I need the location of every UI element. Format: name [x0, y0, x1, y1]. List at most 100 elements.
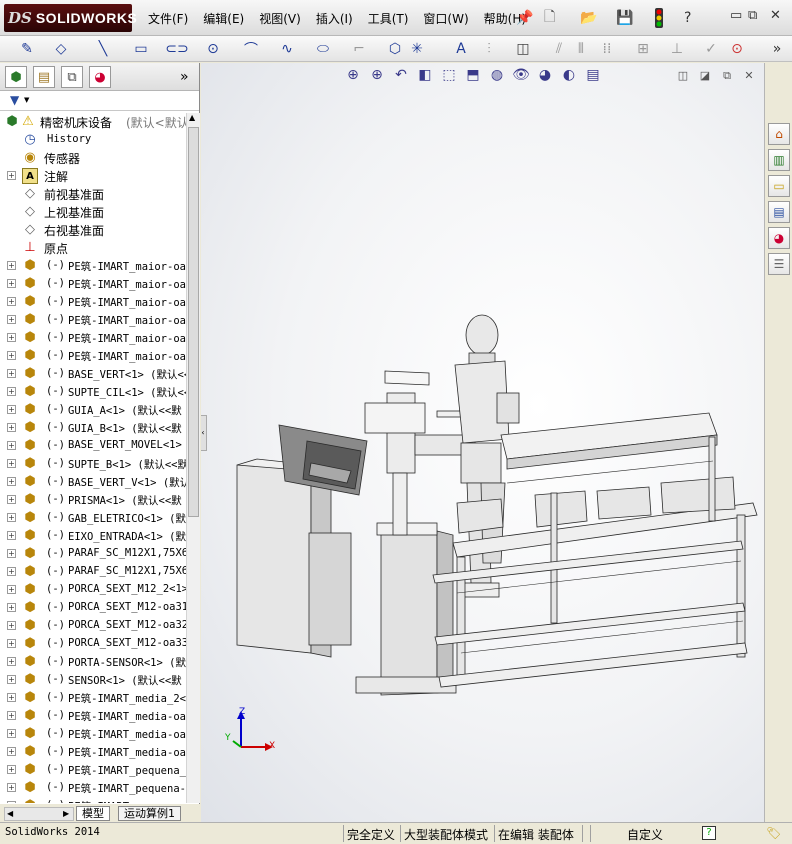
filter-dropdown-icon[interactable]: ▼: [24, 96, 29, 104]
menu-edit[interactable]: 编辑(E): [203, 10, 244, 27]
slot-icon[interactable]: ⊂⊃: [165, 38, 188, 60]
feature-manager-tab-icon[interactable]: ⬢: [5, 66, 27, 88]
tree-item-component[interactable]: + ⬢ (-) BASE_VERT_V<1> (默认: [0, 473, 186, 491]
expand-icon[interactable]: +: [7, 747, 16, 756]
ellipse-icon[interactable]: ⬭: [312, 38, 334, 60]
tree-item-history[interactable]: ◷ History: [0, 131, 186, 149]
circle-icon[interactable]: ⊙: [202, 38, 224, 60]
expand-icon[interactable]: +: [7, 621, 16, 630]
offset-icon[interactable]: ⫽: [548, 38, 570, 60]
linear-pattern-icon[interactable]: ⁞⁞: [596, 38, 618, 60]
expand-icon[interactable]: +: [7, 639, 16, 648]
display-manager-tab-icon[interactable]: ◕: [89, 66, 111, 88]
tree-item-component[interactable]: + ⬢ (-) PE筑-IMART_maior-oa2: [0, 347, 186, 365]
expand-icon[interactable]: +: [7, 477, 16, 486]
status-units[interactable]: 自定义: [627, 826, 663, 843]
status-help-icon[interactable]: ?: [702, 826, 716, 840]
expand-icon[interactable]: +: [7, 729, 16, 738]
menu-tools[interactable]: 工具(T): [368, 10, 409, 27]
smart-dimension-icon[interactable]: ◇: [50, 38, 72, 60]
tree-item-sensors[interactable]: ◉ 传感器: [0, 149, 186, 167]
expand-icon[interactable]: +: [7, 405, 16, 414]
configuration-manager-tab-icon[interactable]: ⧉: [61, 66, 83, 88]
expand-icon[interactable]: +: [7, 657, 16, 666]
tree-item-component[interactable]: + ⬢ (-) BASE_VERT_MOVEL<1>: [0, 437, 186, 455]
tab-model[interactable]: 模型: [76, 806, 110, 821]
expand-icon[interactable]: +: [7, 387, 16, 396]
expand-icon[interactable]: +: [7, 765, 16, 774]
tree-item-component[interactable]: + ⬢ (-) PARAF_SC_M12X1,75X6: [0, 563, 186, 581]
tree-item-right-plane[interactable]: ◇ 右视基准面: [0, 221, 186, 239]
line-icon[interactable]: ╲: [92, 38, 114, 60]
expand-icon[interactable]: +: [7, 315, 16, 324]
tree-root[interactable]: ⬢ ⚠ 精密机床设备 (默认<默认: [0, 113, 186, 131]
quick-snaps-icon[interactable]: ⊙: [726, 38, 748, 60]
toolbar-overflow-icon[interactable]: »: [766, 38, 788, 60]
expand-icon[interactable]: +: [7, 675, 16, 684]
status-tag-icon[interactable]: 🏷: [766, 826, 781, 840]
view-palette-icon[interactable]: ▤: [768, 201, 790, 223]
tree-item-component[interactable]: + ⬢ (-) PORCA_SEXT_M12-oa31: [0, 599, 186, 617]
mirror-icon[interactable]: ⫴: [570, 38, 592, 60]
tree-item-component[interactable]: + ⬢ (-) PORCA_SEXT_M12-oa32: [0, 617, 186, 635]
scroll-left-icon[interactable]: ◀: [7, 809, 13, 818]
tree-item-component[interactable]: + ⬢ (-) SUPTE_CIL<1> (默认<<: [0, 383, 186, 401]
close-icon[interactable]: ✕: [770, 8, 781, 23]
tree-item-component[interactable]: + ⬢ (-) SUPTE_B<1> (默认<<默: [0, 455, 186, 473]
expand-icon[interactable]: +: [7, 423, 16, 432]
expand-icon[interactable]: +: [7, 603, 16, 612]
sketch-icon[interactable]: ✎: [16, 38, 38, 60]
tree-item-top-plane[interactable]: ◇ 上视基准面: [0, 203, 186, 221]
expand-icon[interactable]: +: [7, 333, 16, 342]
expand-icon[interactable]: +: [7, 783, 16, 792]
tree-item-component[interactable]: + ⬢ (-) SENSOR<1> (默认<<默: [0, 671, 186, 689]
expand-icon[interactable]: +: [7, 261, 16, 270]
minimize-icon[interactable]: ▭: [730, 8, 742, 23]
open-document-icon[interactable]: 📂: [580, 7, 597, 29]
tree-item-component[interactable]: + ⬢ (-) PE筑-IMART_pequena_2: [0, 761, 186, 779]
expand-icon[interactable]: +: [7, 567, 16, 576]
expand-icon[interactable]: +: [7, 297, 16, 306]
tree-item-component[interactable]: + ⬢ (-)PE筑-IMART_: [0, 797, 186, 803]
tree-item-front-plane[interactable]: ◇ 前视基准面: [0, 185, 186, 203]
expand-icon[interactable]: +: [7, 369, 16, 378]
tree-item-component[interactable]: + ⬢ (-) PE筑-IMART_maior-oa2: [0, 275, 186, 293]
pin-menu-icon[interactable]: 📌: [516, 7, 533, 29]
tree-item-component[interactable]: + ⬢ (-) GAB_ELETRICO<1> (默: [0, 509, 186, 527]
menu-file[interactable]: 文件(F): [148, 10, 188, 27]
file-explorer-icon[interactable]: ▭: [768, 175, 790, 197]
tree-scrollbar[interactable]: ▲: [186, 113, 200, 803]
scrollbar-thumb[interactable]: [188, 127, 199, 517]
expand-icon[interactable]: +: [7, 711, 16, 720]
tree-item-component[interactable]: + ⬢ (-) PRISMA<1> (默认<<默: [0, 491, 186, 509]
tree-item-component[interactable]: + ⬢ (-) PE筑-IMART_pequena-: [0, 779, 186, 797]
rebuild-traffic-light-icon[interactable]: [654, 7, 664, 29]
convert-entities-icon[interactable]: ◫: [512, 38, 534, 60]
rectangle-icon[interactable]: ▭: [130, 38, 152, 60]
assembly-model[interactable]: [201, 63, 764, 822]
arc-icon[interactable]: ⌒: [240, 38, 262, 60]
expand-icon[interactable]: +: [7, 801, 16, 803]
tree-item-component[interactable]: + ⬢ (-) BASE_VERT<1> (默认<<: [0, 365, 186, 383]
tree-item-component[interactable]: + ⬢ (-) PORTA-SENSOR<1> (默: [0, 653, 186, 671]
tree-item-origin[interactable]: ⊥ 原点: [0, 239, 186, 257]
property-manager-tab-icon[interactable]: ▤: [33, 66, 55, 88]
move-entities-icon[interactable]: ⊞: [632, 38, 654, 60]
expand-icon[interactable]: +: [7, 441, 16, 450]
expand-icon[interactable]: +: [7, 279, 16, 288]
appearances-icon[interactable]: ◕: [768, 227, 790, 249]
tree-item-component[interactable]: + ⬢ (-) PE筑-IMART_media-oa2: [0, 725, 186, 743]
panel-tabs-overflow-icon[interactable]: »: [180, 66, 189, 88]
tree-item-component[interactable]: + ⬢ (-) PARAF_SC_M12X1,75X6: [0, 545, 186, 563]
expand-icon[interactable]: +: [7, 531, 16, 540]
polygon-icon[interactable]: ⬡: [384, 38, 406, 60]
tree-item-component[interactable]: + ⬢ (-) PORCA_SEXT_M12-oa33: [0, 635, 186, 653]
graphics-area[interactable]: ⊕ ⊕ ↶ ◧ ⬚ ⬒ ◍ 👁 ◕ ◐ ▤ ◫ ◪ ⧉ ✕ ‹ Z X Y: [201, 63, 764, 822]
tree-item-component[interactable]: + ⬢ (-) PE筑-IMART_maior-oa2: [0, 293, 186, 311]
tree-item-annotations[interactable]: + A 注解: [0, 167, 186, 185]
text-icon[interactable]: A: [450, 38, 472, 60]
expand-icon[interactable]: +: [7, 351, 16, 360]
menu-view[interactable]: 视图(V): [259, 10, 301, 27]
tree-item-component[interactable]: + ⬢ (-) PE筑-IMART_maior-oa2: [0, 329, 186, 347]
tree-item-component[interactable]: + ⬢ (-) PORCA_SEXT_M12_2<1>: [0, 581, 186, 599]
